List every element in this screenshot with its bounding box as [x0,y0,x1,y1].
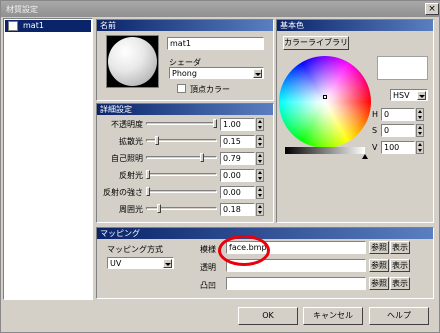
opacity-slider-thumb[interactable] [213,119,217,128]
preview-sphere [108,37,157,86]
highlight-ellipse [218,235,270,266]
diffuse-spinner[interactable] [256,135,264,148]
emissive-spinner[interactable] [256,152,264,165]
reflection-power-slider-thumb[interactable] [146,187,150,196]
color-mode-value: HSV [393,91,410,100]
emissive-slider-thumb[interactable] [200,153,204,162]
reflection-power-input[interactable]: 0.00 [220,186,255,199]
bump-input[interactable] [226,277,366,290]
emissive-input[interactable]: 0.79 [220,152,255,165]
shader-select-value: Phong [172,69,197,78]
shader-select[interactable]: Phong [169,67,264,79]
window-title: 材質設定 [6,5,38,14]
ambient-spinner[interactable] [256,203,264,216]
specular-input[interactable]: 0.00 [220,169,255,182]
value-label: V [372,143,378,152]
material-name-input[interactable]: mat1 [167,37,264,50]
specular-slider-track[interactable] [146,173,217,176]
diffuse-slider-thumb[interactable] [155,136,159,145]
close-button[interactable]: × [425,3,439,15]
chevron-down-icon[interactable] [417,91,426,100]
ambient-slider-thumb[interactable] [157,204,161,213]
hue-spinner[interactable] [416,108,424,121]
current-color-swatch [377,56,428,80]
value-bar[interactable] [285,147,365,154]
title-bar: 材質設定 × [1,1,440,17]
material-list[interactable]: mat1 [3,18,93,300]
bump-browse-button[interactable]: 参照 [369,277,389,290]
color-wheel[interactable] [279,56,371,148]
reflection-power-label: 反射の強さ [103,188,143,197]
material-name: mat1 [23,21,44,30]
reflection-power-slider-track[interactable] [146,190,217,193]
specular-label: 反射光 [119,171,143,180]
basic-color-group-title: 基本色 [277,20,433,31]
help-button[interactable]: ヘルプ [369,307,429,325]
value-spinner[interactable] [416,141,424,154]
texture-show-button[interactable]: 表示 [390,241,410,254]
mapping-method-value: UV [110,259,122,268]
specular-spinner[interactable] [256,169,264,182]
mapping-method-select[interactable]: UV [107,257,174,269]
transparency-label: 透明 [200,263,216,272]
value-input[interactable]: 100 [381,141,415,154]
emissive-slider-track[interactable] [146,156,217,159]
ambient-label: 周囲光 [119,205,143,214]
diffuse-input[interactable]: 0.15 [220,135,255,148]
emissive-label: 自己照明 [111,154,143,163]
specular-slider-thumb[interactable] [146,170,150,179]
reflection-power-spinner[interactable] [256,186,264,199]
chevron-down-icon[interactable] [253,69,262,78]
transparency-browse-button[interactable]: 参照 [369,259,389,272]
material-visible-checkbox[interactable] [8,21,18,31]
texture-label: 模様 [200,245,216,254]
mapping-method-label: マッピング方式 [107,245,163,254]
ok-button[interactable]: OK [238,307,298,325]
saturation-spinner[interactable] [416,124,424,137]
bump-show-button[interactable]: 表示 [390,277,410,290]
opacity-input[interactable]: 1.00 [220,118,255,131]
color-mode-select[interactable]: HSV [390,89,428,101]
bump-label: 凸凹 [200,281,216,290]
vertex-color-checkbox[interactable] [177,84,186,93]
saturation-label: S [372,126,378,135]
diffuse-label: 拡散光 [119,137,143,146]
vertex-color-label: 頂点カラー [190,85,230,94]
opacity-slider-track[interactable] [146,122,217,125]
material-list-item[interactable]: mat1 [5,20,91,32]
opacity-spinner[interactable] [256,118,264,131]
material-preview [106,35,159,88]
color-library-button[interactable]: カラーライブラリ [283,36,349,50]
texture-browse-button[interactable]: 参照 [369,241,389,254]
value-marker[interactable] [362,154,368,159]
detail-group-title: 詳細設定 [97,104,273,115]
color-wheel-marker[interactable] [323,95,327,99]
name-group-title: 名前 [97,20,273,31]
mapping-group-title: マッピング [97,228,433,239]
opacity-label: 不透明度 [111,120,143,129]
material-settings-window: 材質設定 × mat1 名前 mat1 シェーダ Phong 頂点カラー 詳細設… [0,0,440,333]
hue-label: H [372,110,379,119]
saturation-input[interactable]: 0 [381,124,415,137]
chevron-down-icon[interactable] [163,259,172,268]
hue-input[interactable]: 0 [381,108,415,121]
cancel-button[interactable]: キャンセル [303,307,363,325]
ambient-input[interactable]: 0.18 [220,203,255,216]
transparency-show-button[interactable]: 表示 [390,259,410,272]
